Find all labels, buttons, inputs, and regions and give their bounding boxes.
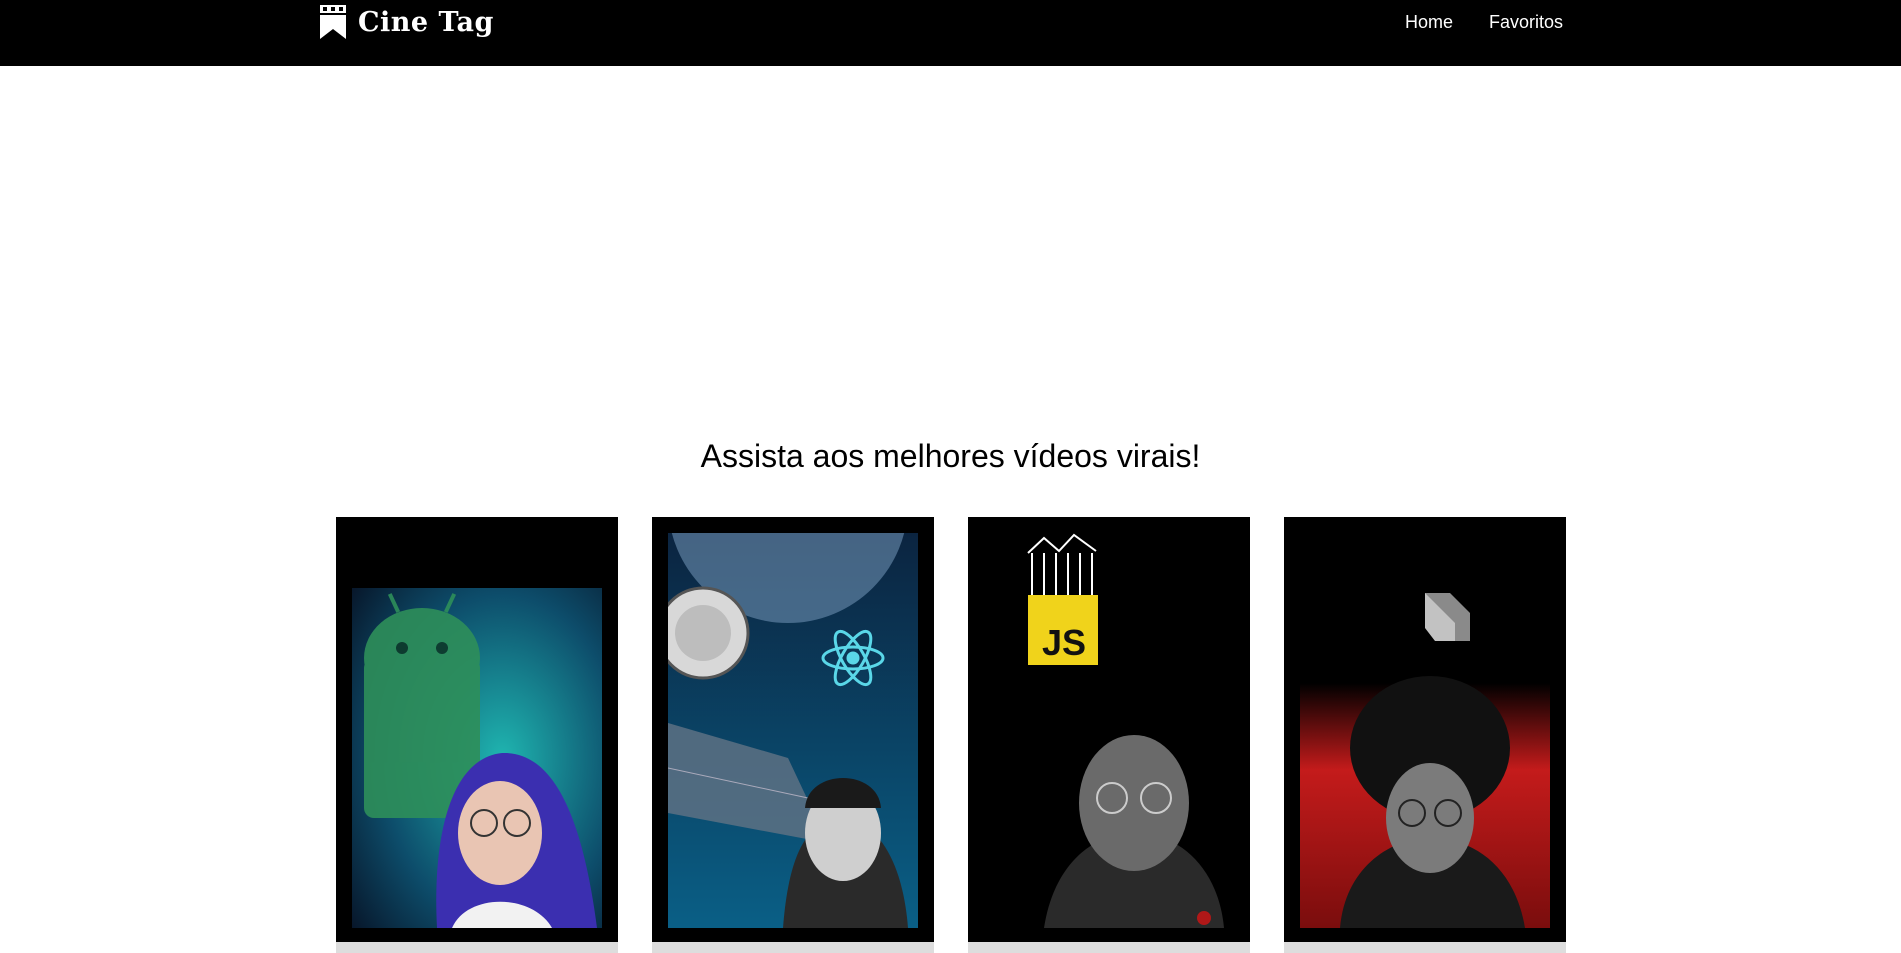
video-card-dart[interactable]: [1284, 517, 1566, 953]
card-shadow: [1284, 942, 1566, 953]
nav-home-link[interactable]: Home: [1405, 12, 1453, 33]
video-card-android[interactable]: [336, 517, 618, 953]
card-frame: JS: [968, 517, 1250, 942]
video-thumbnail: JS: [984, 533, 1234, 928]
nav-favoritos-link[interactable]: Favoritos: [1489, 12, 1563, 33]
video-thumbnail: [668, 533, 918, 928]
bookmark-film-icon: [320, 5, 346, 39]
hero-banner: [0, 66, 1901, 406]
video-thumbnail: [352, 533, 602, 928]
logo-link[interactable]: Cine Tag: [320, 5, 494, 39]
svg-text:JS: JS: [1042, 622, 1086, 663]
page-headline: Assista aos melhores vídeos virais!: [700, 438, 1201, 474]
video-card-react[interactable]: [652, 517, 934, 953]
video-thumbnail: [1300, 533, 1550, 928]
card-frame: [652, 517, 934, 942]
video-card-list: JS: [336, 517, 1566, 953]
logo-text: Cine Tag: [358, 6, 494, 38]
card-frame: [336, 517, 618, 942]
card-shadow: [652, 942, 934, 953]
card-shadow: [336, 942, 618, 953]
top-navbar: Cine Tag Home Favoritos: [0, 0, 1901, 66]
card-frame: [1284, 517, 1566, 942]
main-nav: Home Favoritos: [1405, 12, 1563, 33]
card-shadow: [968, 942, 1250, 953]
video-card-javascript[interactable]: JS: [968, 517, 1250, 953]
